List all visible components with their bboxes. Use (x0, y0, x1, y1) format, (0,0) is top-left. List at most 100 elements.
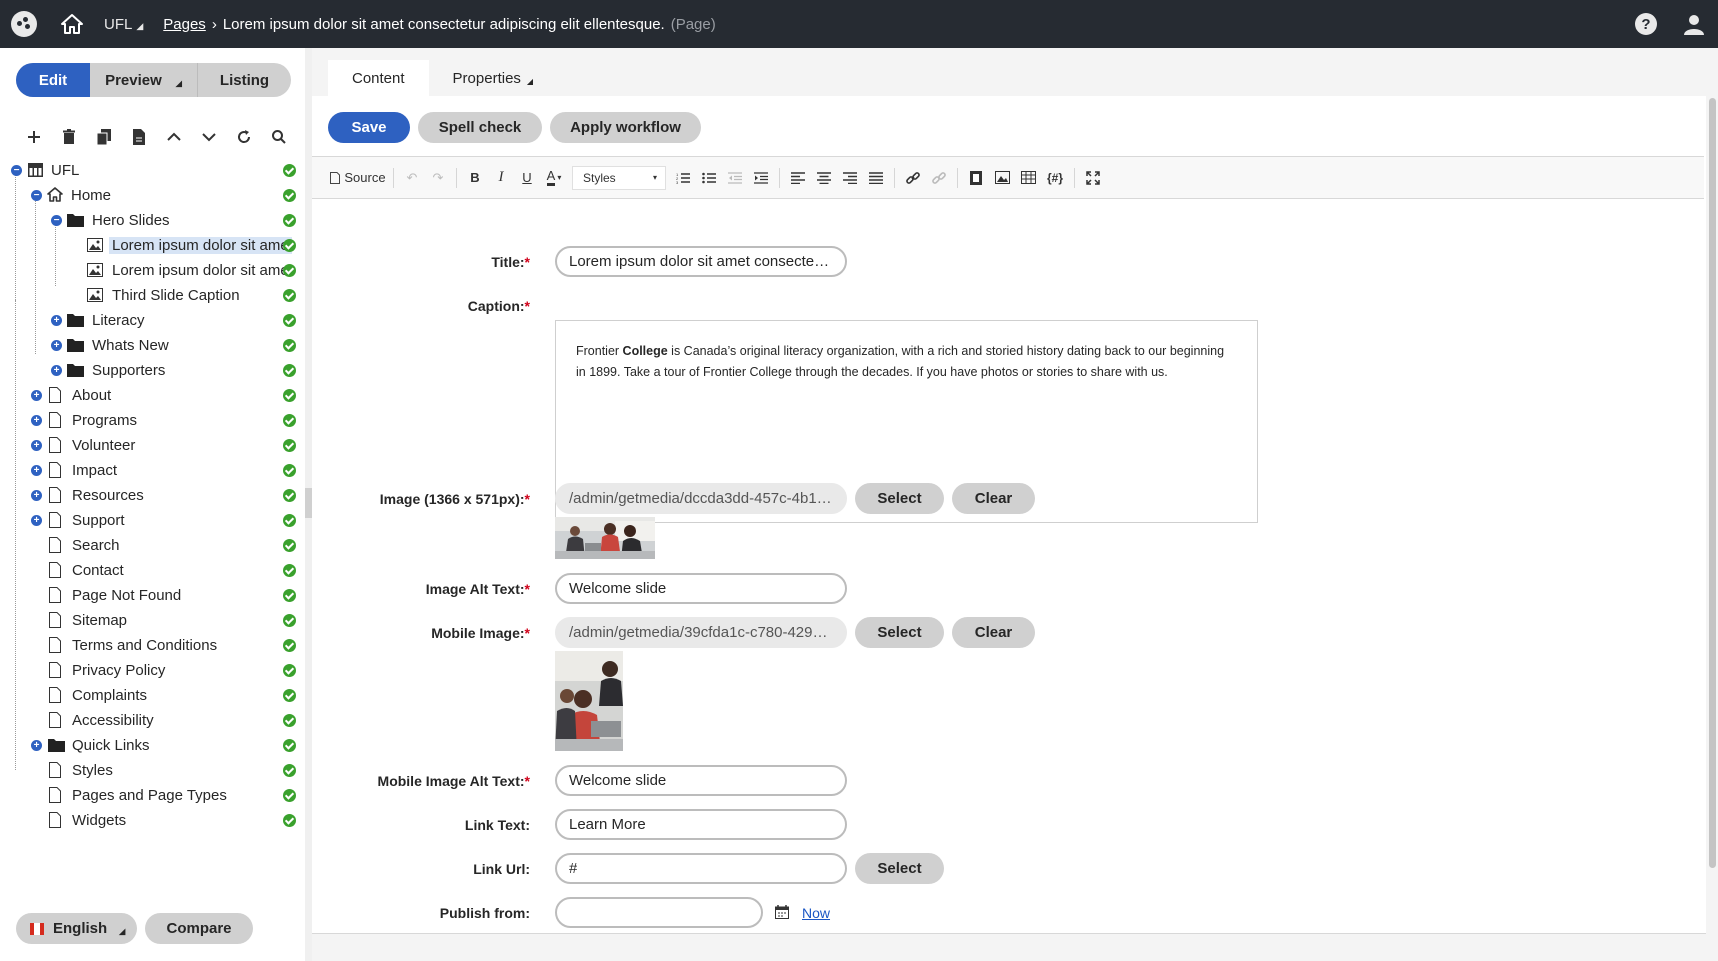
link-url-field[interactable]: # (555, 853, 847, 884)
compare-button[interactable]: Compare (145, 913, 253, 944)
image-alt-field[interactable]: Welcome slide (555, 573, 847, 604)
add-icon[interactable] (16, 122, 51, 152)
link-url-select-button[interactable]: Select (855, 853, 944, 884)
save-button[interactable]: Save (328, 112, 410, 143)
search-icon[interactable] (261, 122, 296, 152)
link-text-field[interactable]: Learn More (555, 809, 847, 840)
underline-icon[interactable]: U (514, 166, 540, 190)
mobile-alt-field[interactable]: Welcome slide (555, 765, 847, 796)
tree-node-privacy[interactable]: Privacy Policy (0, 658, 300, 683)
expand-icon[interactable]: + (31, 490, 42, 501)
tab-content[interactable]: Content (328, 60, 429, 96)
spell-check-button[interactable]: Spell check (418, 112, 542, 143)
splitter-handle[interactable] (305, 488, 312, 518)
tab-properties[interactable]: Properties ◢ (429, 60, 558, 96)
unlink-icon[interactable] (926, 166, 952, 190)
tree-node-volunteer[interactable]: + Volunteer (0, 433, 300, 458)
fullscreen-icon[interactable] (1080, 166, 1106, 190)
collapse-icon[interactable]: − (51, 215, 62, 226)
tree-node-resources[interactable]: + Resources (0, 483, 300, 508)
tree-node-programs[interactable]: + Programs (0, 408, 300, 433)
expand-icon[interactable]: + (51, 365, 62, 376)
language-selector[interactable]: English ◢ (16, 913, 137, 944)
tree-node-widgets[interactable]: Widgets (0, 808, 300, 833)
tree-node-quick-links[interactable]: + Quick Links (0, 733, 300, 758)
collapse-icon[interactable]: − (11, 165, 22, 176)
collapse-icon[interactable]: − (31, 190, 42, 201)
macro-icon[interactable]: {#} (1041, 166, 1069, 190)
image-path-field[interactable]: /admin/getmedia/dccda3dd-457c-4b1a-b02f-… (555, 483, 847, 514)
tree-node-slide-1[interactable]: Lorem ipsum dolor sit ame (0, 233, 300, 258)
panel-splitter[interactable] (305, 48, 312, 961)
mobile-image-clear-button[interactable]: Clear (952, 617, 1035, 648)
indent-icon[interactable] (748, 166, 774, 190)
tree-node-literacy[interactable]: + Literacy (0, 308, 300, 333)
copy-icon[interactable] (86, 122, 121, 152)
bold-icon[interactable]: B (462, 166, 488, 190)
publish-from-field[interactable] (555, 897, 763, 928)
image-icon[interactable] (989, 166, 1015, 190)
site-selector[interactable]: UFL ◢ (104, 16, 143, 33)
source-button[interactable]: Source (328, 166, 388, 190)
tree-node-page-not-found[interactable]: Page Not Found (0, 583, 300, 608)
refresh-icon[interactable] (226, 122, 261, 152)
user-avatar-icon[interactable] (1670, 0, 1718, 48)
tree-node-about[interactable]: + About (0, 383, 300, 408)
expand-icon[interactable]: + (31, 740, 42, 751)
expand-icon[interactable]: + (31, 465, 42, 476)
tree-node-support[interactable]: + Support (0, 508, 300, 533)
tree-node-supporters[interactable]: + Supporters (0, 358, 300, 383)
align-right-icon[interactable] (837, 166, 863, 190)
justify-icon[interactable] (863, 166, 889, 190)
expand-icon[interactable]: + (31, 440, 42, 451)
link-icon[interactable] (900, 166, 926, 190)
outdent-icon[interactable] (722, 166, 748, 190)
undo-icon[interactable]: ↶ (399, 166, 425, 190)
expand-icon[interactable]: + (31, 415, 42, 426)
tree-node-search[interactable]: Search (0, 533, 300, 558)
tree-node-ufl[interactable]: − UFL (0, 158, 300, 183)
tree-node-slide-3[interactable]: Third Slide Caption (0, 283, 300, 308)
edit-mode-button[interactable]: Edit (16, 63, 90, 97)
numbered-list-icon[interactable]: 123 (670, 166, 696, 190)
listing-mode-button[interactable]: Listing (198, 63, 291, 97)
tree-node-impact[interactable]: + Impact (0, 458, 300, 483)
vertical-scrollbar[interactable] (1706, 96, 1718, 961)
redo-icon[interactable]: ↷ (425, 166, 451, 190)
tree-node-hero-slides[interactable]: − Hero Slides (0, 208, 300, 233)
apply-workflow-button[interactable]: Apply workflow (550, 112, 701, 143)
tree-node-slide-2[interactable]: Lorem ipsum dolor sit ame (0, 258, 300, 283)
image-select-button[interactable]: Select (855, 483, 944, 514)
media-icon[interactable] (963, 166, 989, 190)
image-clear-button[interactable]: Clear (952, 483, 1035, 514)
mobile-image-select-button[interactable]: Select (855, 617, 944, 648)
title-field[interactable]: Lorem ipsum dolor sit amet consectetur a… (555, 246, 847, 277)
expand-icon[interactable]: + (51, 340, 62, 351)
tree-node-home[interactable]: − Home (0, 183, 300, 208)
expand-icon[interactable]: + (31, 515, 42, 526)
scrollbar-thumb[interactable] (1709, 98, 1716, 868)
bullet-list-icon[interactable] (696, 166, 722, 190)
tree-node-accessibility[interactable]: Accessibility (0, 708, 300, 733)
styles-dropdown[interactable]: Styles ▾ (572, 165, 666, 190)
move-up-icon[interactable] (156, 122, 191, 152)
tree-node-terms[interactable]: Terms and Conditions (0, 633, 300, 658)
tree-node-sitemap[interactable]: Sitemap (0, 608, 300, 633)
move-icon[interactable] (121, 122, 156, 152)
tree-node-complaints[interactable]: Complaints (0, 683, 300, 708)
italic-icon[interactable]: I (488, 166, 514, 190)
breadcrumb-pages-link[interactable]: Pages (163, 16, 206, 33)
preview-mode-button[interactable]: Preview ◢ (90, 63, 197, 97)
delete-icon[interactable] (51, 122, 86, 152)
tree-node-whats-new[interactable]: + Whats New (0, 333, 300, 358)
help-icon[interactable]: ? (1622, 0, 1670, 48)
table-icon[interactable] (1015, 166, 1041, 190)
move-down-icon[interactable] (191, 122, 226, 152)
tree-node-styles[interactable]: Styles (0, 758, 300, 783)
tree-node-pages-and-page-types[interactable]: Pages and Page Types (0, 783, 300, 808)
expand-icon[interactable]: + (31, 390, 42, 401)
text-color-icon[interactable]: A ▾ (540, 166, 568, 190)
tree-node-contact[interactable]: Contact (0, 558, 300, 583)
home-icon[interactable] (48, 0, 96, 48)
app-logo-icon[interactable] (0, 0, 48, 48)
